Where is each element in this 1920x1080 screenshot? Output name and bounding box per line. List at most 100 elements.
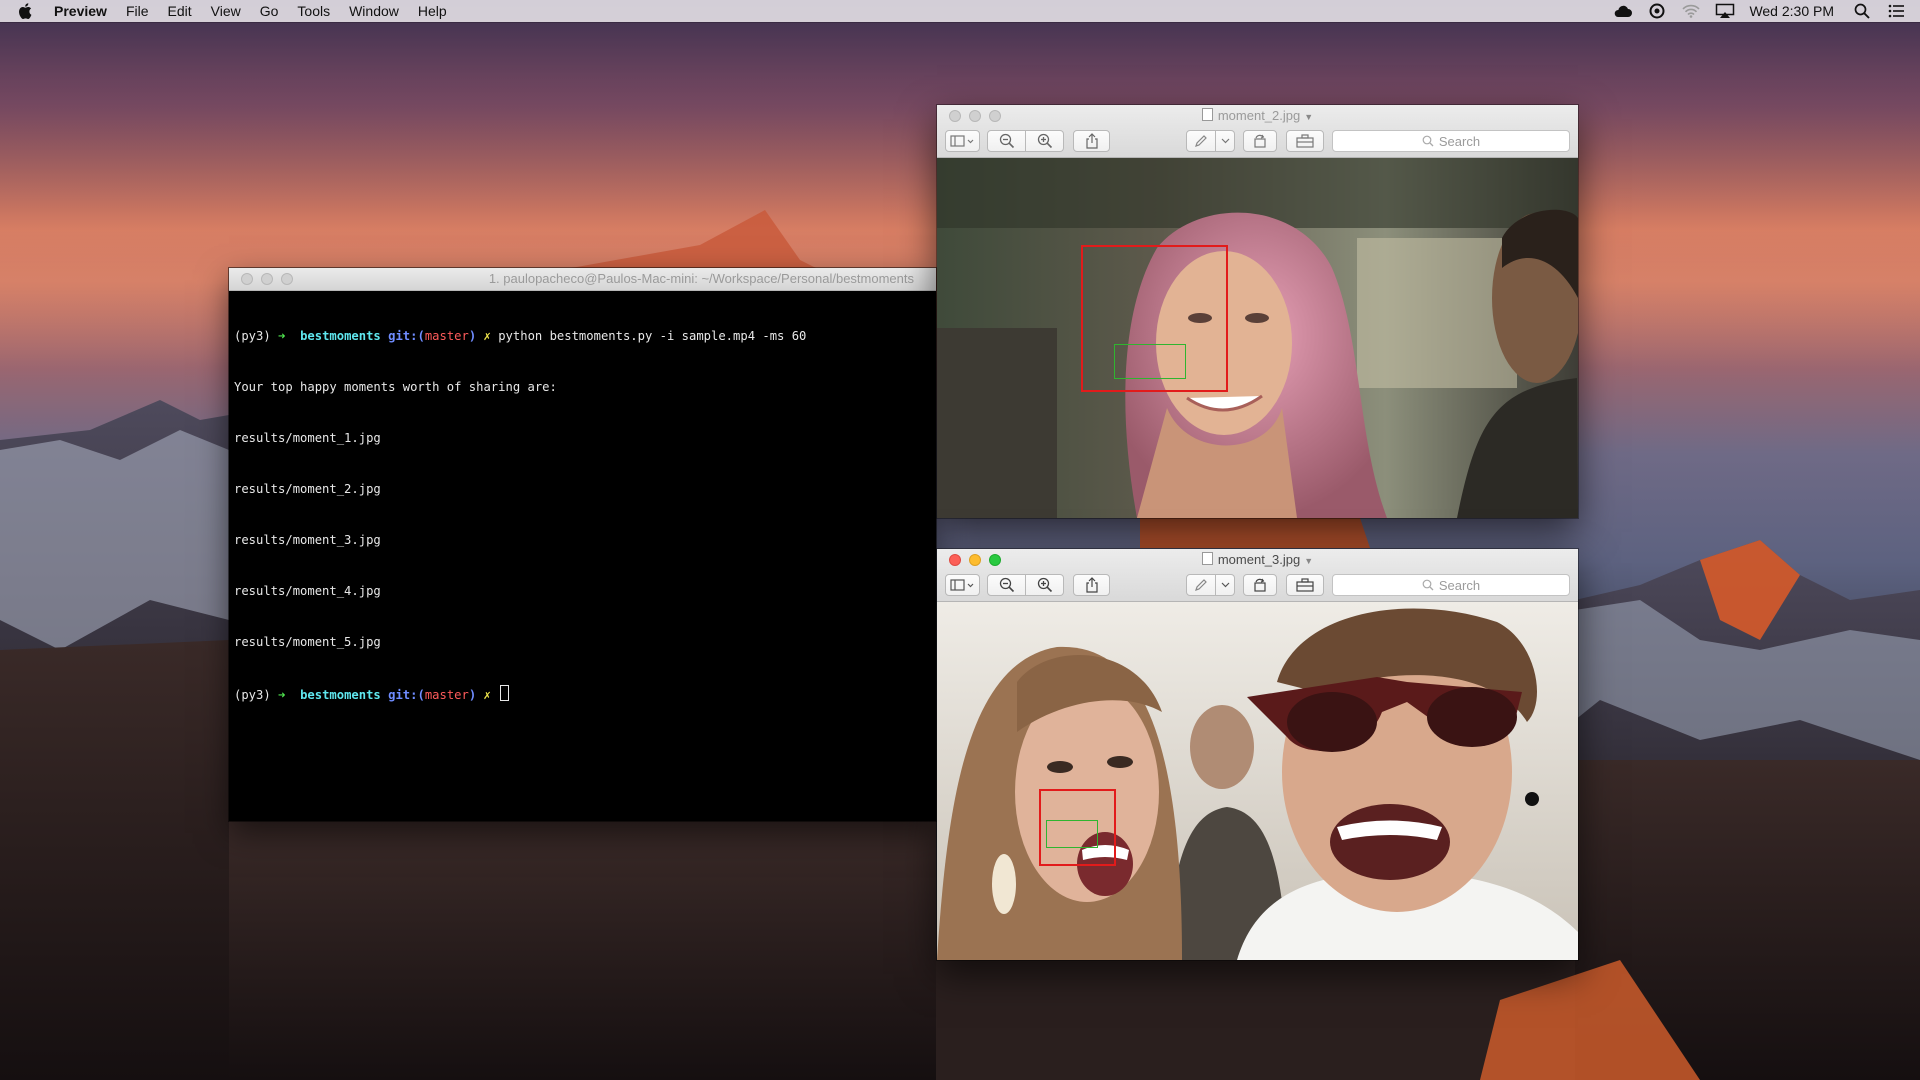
terminal-output-line: Your top happy moments worth of sharing … <box>234 380 557 394</box>
window-title-text: moment_2.jpg <box>1217 108 1301 123</box>
prompt-arrow: ➜ <box>278 329 286 343</box>
spotlight-search-icon[interactable] <box>1852 2 1872 20</box>
toolbox-icon <box>1296 134 1314 148</box>
menu-edit[interactable]: Edit <box>168 0 192 22</box>
terminal-command: python bestmoments.py -i sample.mp4 -ms … <box>498 329 807 343</box>
image-canvas[interactable] <box>937 158 1578 518</box>
terminal-prompt-line: (py3) ➜ bestmoments git:(master) ✗ <box>234 685 931 702</box>
preview-window-moment-2[interactable]: moment_2.jpg ▼ Search <box>937 105 1578 518</box>
search-field[interactable]: Search <box>1332 574 1570 596</box>
chevron-down-icon <box>1221 138 1229 144</box>
prompt-git-suffix: ) <box>468 688 477 702</box>
share-icon <box>1085 577 1098 593</box>
window-title[interactable]: moment_3.jpg ▼ <box>937 549 1578 572</box>
search-icon <box>1422 579 1434 591</box>
rotate-icon <box>1254 134 1266 148</box>
prompt-env: (py3) <box>234 329 271 343</box>
minimize-button[interactable] <box>261 273 273 285</box>
photo-moment-2 <box>937 158 1578 518</box>
menu-help[interactable]: Help <box>418 0 447 22</box>
zoom-out-icon <box>999 133 1014 149</box>
photo-moment-3 <box>937 602 1578 960</box>
share-icon <box>1085 133 1098 149</box>
terminal-titlebar[interactable]: 1. paulopacheco@Paulos-Mac-mini: ~/Works… <box>229 268 936 291</box>
terminal-output[interactable]: (py3) ➜ bestmoments git:(master) ✗ pytho… <box>229 291 936 739</box>
prompt-git-prefix: git:( <box>388 329 425 343</box>
markup-menu-button[interactable] <box>1216 574 1235 596</box>
preview-toolbar: moment_2.jpg ▼ Search <box>937 105 1578 158</box>
apple-menu-icon[interactable] <box>18 3 36 19</box>
terminal-output-line: results/moment_3.jpg <box>234 533 381 547</box>
notification-center-icon[interactable] <box>1886 2 1906 20</box>
window-title-text: moment_3.jpg <box>1217 552 1301 567</box>
prompt-dir: bestmoments <box>300 329 381 343</box>
toolbox-icon <box>1296 578 1314 592</box>
preview-window-moment-3[interactable]: moment_3.jpg ▼ Search <box>937 549 1578 960</box>
sidebar-icon <box>949 579 973 591</box>
image-canvas[interactable] <box>937 602 1578 960</box>
search-icon <box>1422 135 1434 147</box>
markup-button[interactable] <box>1186 130 1216 152</box>
menu-tools[interactable]: Tools <box>297 0 330 22</box>
airplay-icon[interactable] <box>1715 2 1735 20</box>
close-button[interactable] <box>241 273 253 285</box>
rotate-button[interactable] <box>1243 574 1277 596</box>
pen-icon <box>1195 135 1207 147</box>
chevron-down-icon: ▼ <box>1304 556 1314 566</box>
zoom-out-icon <box>999 577 1014 593</box>
zoom-in-button[interactable] <box>1026 574 1064 596</box>
preview-toolbar: moment_3.jpg ▼ Search <box>937 549 1578 602</box>
document-icon <box>1201 108 1213 121</box>
terminal-output-line: results/moment_2.jpg <box>234 482 381 496</box>
window-title[interactable]: moment_2.jpg ▼ <box>937 105 1578 128</box>
zoom-out-button[interactable] <box>987 574 1026 596</box>
prompt-arrow: ➜ <box>278 688 286 702</box>
menu-view[interactable]: View <box>211 0 241 22</box>
terminal-title: 1. paulopacheco@Paulos-Mac-mini: ~/Works… <box>488 271 914 286</box>
search-field[interactable]: Search <box>1332 130 1570 152</box>
status-area: Wed 2:30 PM <box>1613 0 1920 22</box>
zoom-in-button[interactable] <box>1026 130 1064 152</box>
pen-icon <box>1195 579 1207 591</box>
prompt-git-suffix: ) <box>468 329 477 343</box>
rotate-icon <box>1254 578 1266 592</box>
sidebar-toggle-button[interactable] <box>945 130 980 152</box>
terminal-output-line: results/moment_5.jpg <box>234 635 381 649</box>
sync-icon[interactable] <box>1647 2 1667 20</box>
zoom-in-icon <box>1037 133 1052 149</box>
menu-go[interactable]: Go <box>260 0 279 22</box>
terminal-cursor[interactable] <box>500 685 510 701</box>
search-placeholder: Search <box>1438 577 1481 593</box>
prompt-branch: master <box>424 688 469 702</box>
prompt-env: (py3) <box>234 688 271 702</box>
terminal-window[interactable]: 1. paulopacheco@Paulos-Mac-mini: ~/Works… <box>229 268 936 821</box>
zoom-out-button[interactable] <box>987 130 1026 152</box>
prompt-git-prefix: git:( <box>388 688 425 702</box>
document-icon <box>1201 552 1213 565</box>
sidebar-icon <box>949 135 973 147</box>
markup-button[interactable] <box>1186 574 1216 596</box>
toolbox-button[interactable] <box>1286 130 1324 152</box>
chevron-down-icon <box>1221 582 1229 588</box>
terminal-output-line: results/moment_1.jpg <box>234 431 381 445</box>
creative-cloud-icon[interactable] <box>1613 2 1633 20</box>
prompt-dir: bestmoments <box>300 688 381 702</box>
smile-detection-box <box>1046 820 1098 848</box>
zoom-in-icon <box>1037 577 1052 593</box>
prompt-dirty-mark: ✗ <box>483 688 491 702</box>
markup-menu-button[interactable] <box>1216 130 1235 152</box>
toolbox-button[interactable] <box>1286 574 1324 596</box>
menu-file[interactable]: File <box>126 0 149 22</box>
prompt-dirty-mark: ✗ <box>483 329 491 343</box>
share-button[interactable] <box>1073 130 1110 152</box>
wifi-icon[interactable] <box>1681 2 1701 20</box>
share-button[interactable] <box>1073 574 1110 596</box>
sidebar-toggle-button[interactable] <box>945 574 980 596</box>
chevron-down-icon: ▼ <box>1304 112 1314 122</box>
prompt-branch: master <box>424 329 469 343</box>
menu-app-preview[interactable]: Preview <box>54 0 107 22</box>
terminal-command-line: (py3) ➜ bestmoments git:(master) ✗ pytho… <box>234 328 931 345</box>
menu-window[interactable]: Window <box>349 0 399 22</box>
rotate-button[interactable] <box>1243 130 1277 152</box>
menubar-clock[interactable]: Wed 2:30 PM <box>1749 3 1834 19</box>
